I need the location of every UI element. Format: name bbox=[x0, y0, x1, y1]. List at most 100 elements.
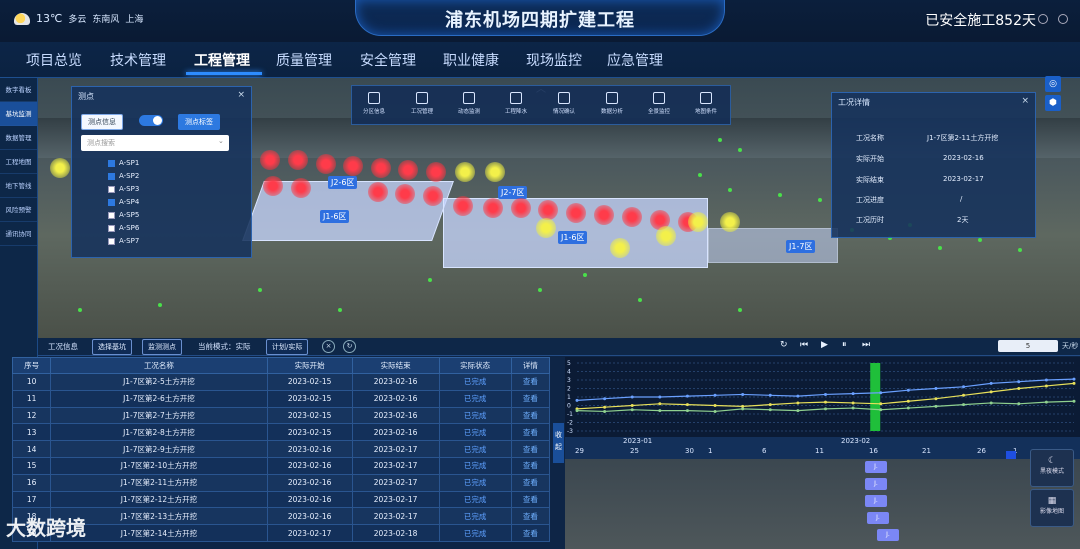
timeline[interactable]: 2023-01 2023-02 29 25 30 1 6 11 16 21 26… bbox=[565, 437, 1080, 459]
monitor-point-warning[interactable] bbox=[688, 212, 708, 232]
table-row[interactable]: 16 J1-7区第2-11土方开挖 2023-02-16 2023-02-17 已完成查… bbox=[11, 473, 551, 492]
points-hide-toggle[interactable] bbox=[139, 115, 163, 126]
sensor-dot[interactable] bbox=[818, 198, 822, 202]
sensor-dot[interactable] bbox=[738, 308, 742, 312]
cell-detail[interactable]: 查看 bbox=[510, 389, 551, 408]
sensor-dot[interactable] bbox=[538, 288, 542, 292]
gantt-view[interactable]: J. J. J. J. J. ☾ 黑夜模式 ▦ 影像地图 bbox=[565, 449, 1080, 549]
monitor-point[interactable] bbox=[263, 176, 283, 196]
sidebar-item-risk[interactable]: 风险预警 bbox=[0, 198, 37, 222]
table-row[interactable]: 19 J1-7区第2-14土方开挖 2023-02-17 2023-02-18 已完成查… bbox=[11, 524, 551, 542]
table-row[interactable]: 10 J1-7区第2-5土方开挖 2023-02-15 2023-02-16 已完成 查看 bbox=[11, 373, 551, 391]
plan-actual-button[interactable]: 计划/实际 bbox=[266, 339, 309, 355]
gantt-bar[interactable]: J. bbox=[867, 512, 889, 524]
cell-detail[interactable]: 查看 bbox=[510, 524, 551, 542]
cell-detail[interactable]: 查看 bbox=[510, 440, 551, 458]
monitor-point[interactable] bbox=[395, 184, 415, 204]
close-icon[interactable]: × bbox=[1021, 96, 1029, 106]
monitor-point[interactable] bbox=[291, 178, 311, 198]
monitor-point-warning[interactable] bbox=[720, 212, 740, 232]
cell-detail[interactable]: 查看 bbox=[510, 373, 551, 391]
timeline-cursor[interactable] bbox=[1006, 451, 1016, 459]
sensor-dot[interactable] bbox=[428, 278, 432, 282]
sidebar-item-dashboard[interactable]: 数字看板 bbox=[0, 78, 37, 102]
monitor-point[interactable] bbox=[483, 198, 503, 218]
chevron-down-icon[interactable]: ⌄ bbox=[218, 137, 224, 145]
sensor-dot[interactable] bbox=[938, 246, 942, 250]
night-mode-button[interactable]: ☾ 黑夜模式 bbox=[1030, 449, 1074, 487]
gantt-bar[interactable]: J. bbox=[877, 529, 899, 541]
nav-item-engineering[interactable]: 工程管理 bbox=[194, 50, 250, 70]
skip-forward-icon[interactable]: ⏭ bbox=[862, 340, 870, 350]
points-search-input[interactable]: 测点搜索 bbox=[81, 135, 229, 151]
monitor-point[interactable] bbox=[368, 182, 388, 202]
points-info-button[interactable]: 测点信息 bbox=[81, 114, 123, 130]
checkbox[interactable] bbox=[108, 198, 115, 206]
select-pit-button[interactable]: 选择基坑 bbox=[92, 339, 132, 355]
monitor-point[interactable] bbox=[423, 186, 443, 206]
refresh-icon[interactable]: ↻ bbox=[343, 340, 356, 353]
gantt-bar[interactable]: J. bbox=[865, 495, 887, 507]
settings-icon[interactable] bbox=[1038, 14, 1048, 24]
sensor-dot[interactable] bbox=[258, 288, 262, 292]
point-item[interactable]: A-SP1 bbox=[108, 159, 139, 167]
sensor-dot[interactable] bbox=[158, 303, 162, 307]
monitor-point-warning[interactable] bbox=[50, 158, 70, 178]
table-row[interactable]: 17 J1-7区第2-12土方开挖 2023-02-16 2023-02-17 已完成查… bbox=[11, 490, 551, 509]
map-3d-button[interactable]: ⬢ bbox=[1045, 95, 1061, 111]
nav-item-safety[interactable]: 安全管理 bbox=[360, 50, 416, 70]
table-row[interactable]: 11 J1-7区第2-6土方开挖 2023-02-15 2023-02-16 已完成 查看 bbox=[11, 389, 551, 408]
sensor-dot[interactable] bbox=[738, 148, 742, 152]
close-circle-icon[interactable]: × bbox=[322, 340, 335, 353]
map-layer-button[interactable]: ◎ bbox=[1045, 76, 1061, 92]
table-row[interactable]: 14 J1-7区第2-9土方开挖 2023-02-16 2023-02-17 已完成 查看 bbox=[11, 440, 551, 458]
skip-back-icon[interactable]: ⏮ bbox=[800, 340, 808, 350]
point-item[interactable]: A-SP6 bbox=[108, 224, 139, 232]
tool-zone-info[interactable]: 分区信息 bbox=[354, 92, 394, 115]
sensor-dot[interactable] bbox=[718, 138, 722, 142]
sidebar-item-pipeline[interactable]: 地下管线 bbox=[0, 174, 37, 198]
nav-item-overview[interactable]: 项目总览 bbox=[26, 50, 82, 70]
sensor-dot[interactable] bbox=[583, 273, 587, 277]
monitor-point[interactable] bbox=[453, 196, 473, 216]
cell-detail[interactable]: 查看 bbox=[510, 423, 551, 442]
play-icon[interactable]: ▶ bbox=[821, 340, 828, 350]
gantt-bar[interactable]: J. bbox=[865, 478, 887, 490]
cell-detail[interactable]: 查看 bbox=[510, 406, 551, 425]
nav-item-tech[interactable]: 技术管理 bbox=[110, 50, 166, 70]
point-item[interactable]: A-SP2 bbox=[108, 172, 139, 180]
point-item[interactable]: A-SP7 bbox=[108, 237, 139, 245]
monitor-point[interactable] bbox=[538, 200, 558, 220]
monitor-point[interactable] bbox=[316, 154, 336, 174]
collapse-tab[interactable]: 收起 bbox=[553, 423, 564, 463]
monitor-point[interactable] bbox=[511, 198, 531, 218]
sidebar-item-collab[interactable]: 通讯协同 bbox=[0, 222, 37, 246]
sensor-dot[interactable] bbox=[338, 308, 342, 312]
table-row[interactable]: 18 J1-7区第2-13土方开挖 2023-02-16 2023-02-17 已完成查… bbox=[11, 507, 551, 526]
table-row[interactable]: 15 J1-7区第2-10土方开挖 2023-02-16 2023-02-17 已完成查… bbox=[11, 456, 551, 475]
replay-icon[interactable]: ↻ bbox=[780, 340, 788, 350]
tool-map-cond[interactable]: 地图条件 bbox=[686, 92, 726, 115]
checkbox[interactable] bbox=[108, 159, 115, 167]
tool-panorama[interactable]: 全景监控 bbox=[639, 92, 679, 115]
sensor-dot[interactable] bbox=[638, 298, 642, 302]
monitor-point[interactable] bbox=[426, 162, 446, 182]
sidebar-item-map[interactable]: 工程地图 bbox=[0, 150, 37, 174]
pause-icon[interactable]: ⏸ bbox=[842, 340, 847, 350]
monitor-point[interactable] bbox=[566, 203, 586, 223]
checkbox[interactable] bbox=[108, 237, 115, 245]
checkbox[interactable] bbox=[108, 211, 115, 219]
sensor-dot[interactable] bbox=[698, 173, 702, 177]
nav-item-emergency[interactable]: 应急管理 bbox=[607, 50, 663, 70]
point-item[interactable]: A-SP4 bbox=[108, 198, 139, 206]
point-item[interactable]: A-SP5 bbox=[108, 211, 139, 219]
monitor-point-warning[interactable] bbox=[485, 162, 505, 182]
monitor-point[interactable] bbox=[343, 156, 363, 176]
checkbox[interactable] bbox=[108, 224, 115, 232]
tool-analysis[interactable]: 数据分析 bbox=[592, 92, 632, 115]
monitor-point-warning[interactable] bbox=[455, 162, 475, 182]
tool-dynamic[interactable]: 动态监测 bbox=[449, 92, 489, 115]
tool-condition[interactable]: 工况管理 bbox=[402, 92, 442, 115]
table-row[interactable]: 12 J1-7区第2-7土方开挖 2023-02-15 2023-02-16 已完成 查看 bbox=[11, 406, 551, 425]
sensor-dot[interactable] bbox=[728, 188, 732, 192]
